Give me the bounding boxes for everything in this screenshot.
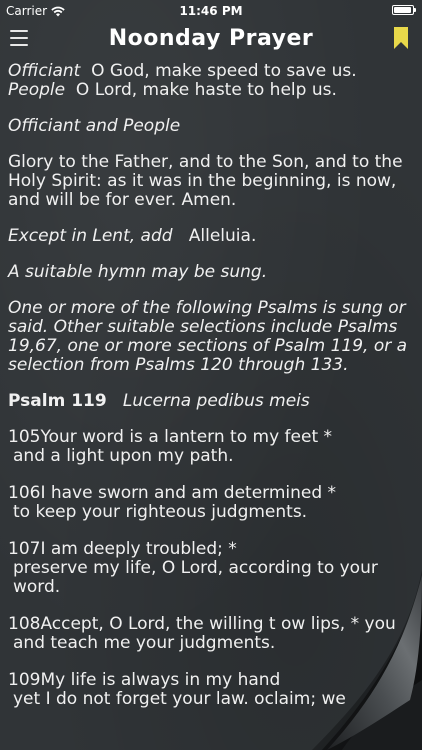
rubric-psalms: One or more of the following Psalms is s… xyxy=(8,298,408,375)
role-officiant: Officiant xyxy=(8,61,81,81)
psalm-subtitle: Lucerna pedibus meis xyxy=(122,391,310,411)
psalm-title: Psalm 119 xyxy=(8,391,107,411)
alleluia-line: Except in Lent, add Alleluia. xyxy=(8,227,414,246)
verse-line-1: 107I am deeply troubled; * xyxy=(8,539,237,559)
officiant-line: O God, make speed to save us. xyxy=(91,61,357,81)
psalm-heading: Psalm 119 Lucerna pedibus meis xyxy=(8,392,414,411)
page-title: Noonday Prayer xyxy=(108,26,314,51)
people-line: O Lord, make haste to help us. xyxy=(75,80,337,100)
verse-line-2: and a light upon my path. xyxy=(13,446,234,466)
verse-line-1: 108Accept, O Lord, the willing t xyxy=(8,614,276,634)
verse-line-2: to keep your righteous judgments. xyxy=(13,502,308,522)
status-bar: Carrier 11:46 PM xyxy=(0,0,422,22)
role-people: People xyxy=(8,80,66,100)
rubric-hymn: A suitable hymn may be sung. xyxy=(8,262,268,282)
versicle-response: Officiant O God, make speed to save us. … xyxy=(8,62,414,100)
navigation-bar: Noonday Prayer xyxy=(0,22,422,60)
verse-line-1: 105Your word is a lantern to my feet * xyxy=(8,427,333,447)
clock: 11:46 PM xyxy=(179,4,243,18)
psalm-verse: 106I have sworn and am determined * to k… xyxy=(8,484,414,522)
battery-level xyxy=(394,7,412,13)
gloria-patri: Glory to the Father, and to the Son, and… xyxy=(8,152,403,210)
verse-line-1: 109My life is always in my hand xyxy=(8,670,281,690)
verse-line-1: 106I have sworn and am determined * xyxy=(8,483,337,503)
alleluia-text: Alleluia. xyxy=(188,226,257,246)
battery-icon xyxy=(392,5,416,15)
page-curl[interactable] xyxy=(282,550,422,750)
verse-line-2: yet I do not forget your law. xyxy=(13,689,249,709)
bookmark-icon[interactable] xyxy=(394,27,408,49)
psalm-verse: 105Your word is a lantern to my feet * a… xyxy=(8,428,414,466)
rubric-officiant-and-people: Officiant and People xyxy=(8,116,181,136)
rubric-except-lent: Except in Lent, add xyxy=(8,226,173,246)
